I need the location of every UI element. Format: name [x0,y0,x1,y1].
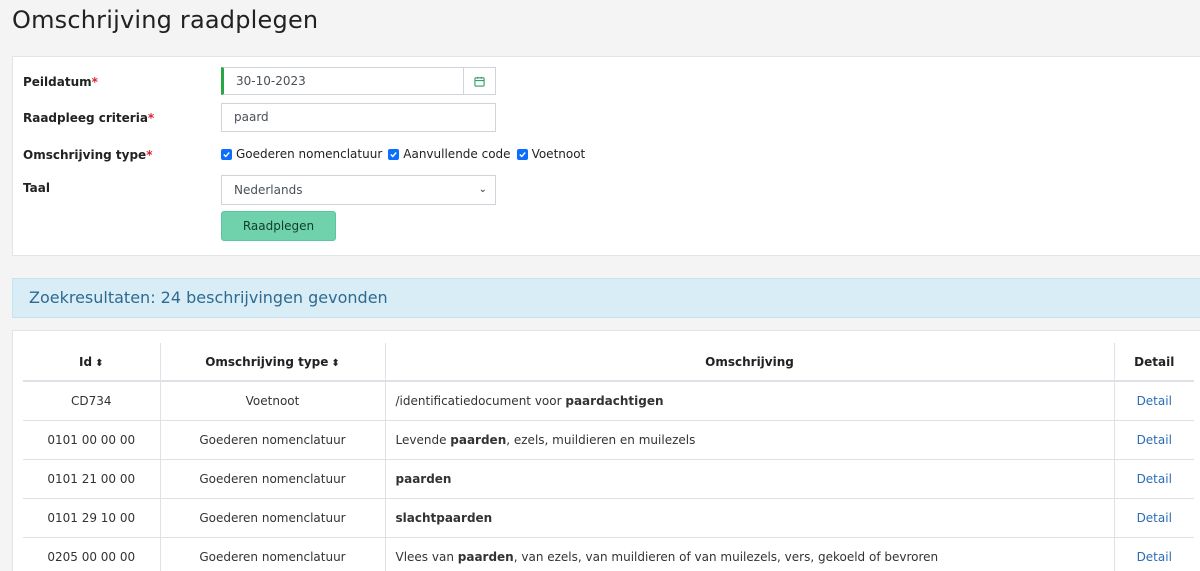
detail-link[interactable]: Detail [1113,458,1194,498]
detail-link[interactable]: Detail [1113,536,1194,571]
cell-type: Goederen nomenclatuur [159,497,385,537]
cell-id: 0205 00 00 00 [23,536,160,571]
results-table-card: Id ⬍ Omschrijving type ⬍ Omschrijving Deta… [12,330,1200,571]
taal-select[interactable]: Nederlands ⌄ [221,175,496,205]
check-icon [223,151,230,158]
cell-omschrijving: slachtpaarden [384,497,1114,537]
peildatum-field[interactable]: 30-10-2023 [221,67,464,95]
results-summary: Zoekresultaten: 24 beschrijvingen gevond… [12,278,1200,318]
results-table: Id ⬍ Omschrijving type ⬍ Omschrijving Deta… [23,343,1194,571]
criteria-label: Raadpleeg criteria* [23,111,155,125]
cell-id: CD734 [23,380,160,420]
check-icon [390,151,398,158]
column-header-detail: Detail [1113,343,1194,382]
column-header-type[interactable]: Omschrijving type ⬍ [159,343,385,382]
checkbox-label-goederen: Goederen nomenclatuur [236,147,383,161]
cell-id: 0101 21 00 00 [23,458,160,498]
taal-selected-value: Nederlands [234,183,303,197]
cell-type: Goederen nomenclatuur [159,458,385,498]
table-row: 0101 00 00 00 Goederen nomenclatuur Leve… [23,419,1194,459]
table-row: 0101 29 10 00 Goederen nomenclatuur slac… [23,497,1194,537]
detail-link[interactable]: Detail [1113,380,1194,420]
cell-omschrijving: paarden [384,458,1114,498]
taal-label: Taal [23,181,50,195]
raadplegen-button[interactable]: Raadplegen [221,211,336,241]
checkbox-label-voetnoot: Voetnoot [531,147,586,161]
criteria-input[interactable]: paard [221,103,496,132]
checkbox-goederen-nomenclatuur[interactable] [221,148,232,160]
checkbox-voetnoot[interactable] [516,148,528,160]
checkbox-label-aanvullende: Aanvullende code [403,147,511,161]
cell-omschrijving: Levende paarden, ezels, muildieren en mu… [384,419,1114,459]
table-row: CD734 Voetnoot /identificatiedocument vo… [23,380,1194,420]
calendar-button[interactable] [463,67,496,95]
type-checkboxes: Goederen nomenclatuur Aanvullende code V… [221,147,591,161]
checkbox-aanvullende-code[interactable] [388,148,400,160]
calendar-icon [474,76,485,87]
cell-id: 0101 00 00 00 [23,419,160,459]
type-label: Omschrijving type* [23,148,153,162]
sort-icon: ⬍ [331,357,340,369]
page-title: Omschrijving raadplegen [12,6,319,34]
chevron-down-icon: ⌄ [478,184,487,195]
peildatum-label: Peildatum* [23,75,98,89]
cell-id: 0101 29 10 00 [23,497,160,537]
column-header-omschrijving: Omschrijving [384,343,1114,382]
detail-link[interactable]: Detail [1113,419,1194,459]
cell-type: Goederen nomenclatuur [159,536,385,571]
search-form: Peildatum* 30-10-2023 Raadpleeg criteria… [12,56,1200,256]
cell-type: Voetnoot [159,380,385,420]
cell-omschrijving: /identificatiedocument voor paardachtige… [384,380,1114,420]
cell-type: Goederen nomenclatuur [159,419,385,459]
table-row: 0205 00 00 00 Goederen nomenclatuur Vlee… [23,536,1194,571]
cell-omschrijving: Vlees van paarden, van ezels, van muildi… [384,536,1114,571]
sort-icon: ⬍ [95,357,104,369]
table-row: 0101 21 00 00 Goederen nomenclatuur paar… [23,458,1194,498]
column-header-id[interactable]: Id ⬍ [23,343,160,382]
check-icon [518,151,526,158]
detail-link[interactable]: Detail [1113,497,1194,537]
